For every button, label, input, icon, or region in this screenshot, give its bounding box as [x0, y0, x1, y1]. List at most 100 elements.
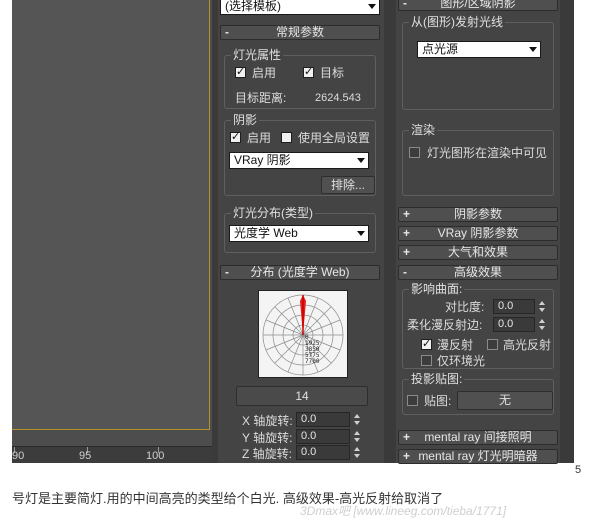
tick-label: 95	[79, 450, 92, 462]
map-label: 贴图:	[424, 394, 452, 408]
collapse-icon: -	[403, 265, 407, 279]
advanced-effects-title: 高级效果	[453, 265, 502, 279]
x-rotation-spinner[interactable]	[352, 412, 362, 427]
distribution-title: 分布 (光度学 Web)	[250, 265, 350, 279]
shadow-type-dropdown[interactable]: VRay 阴影	[229, 152, 369, 169]
x-rotation-label: X 轴旋转:	[242, 414, 293, 428]
shadow-params-title: 阴影参数	[453, 207, 502, 221]
projector-map-group: 投影贴图: 贴图: 无	[402, 372, 554, 415]
vray-shadow-params-header[interactable]: + VRay 阴影参数	[398, 226, 558, 241]
light-props-title: 灯光属性	[231, 48, 284, 62]
web-label: 7700	[305, 358, 320, 365]
render-title: 渲染	[409, 123, 438, 137]
collapse-icon: -	[403, 0, 407, 10]
ambient-label: 仅环境光	[437, 354, 486, 368]
shape-and-advanced-column: - 图形/区域阴影 从(图形)发射光线 点光源 渲染 灯光图形在渲染中可见 + …	[396, 0, 560, 464]
template-dropdown-value: (选择模板)	[225, 0, 281, 13]
expand-icon: +	[403, 245, 411, 259]
collapse-icon: -	[225, 265, 229, 279]
viewport-frame	[12, 0, 210, 430]
atmosphere-header[interactable]: + 大气和效果	[398, 245, 558, 260]
affect-surfaces-title: 影响曲面:	[409, 282, 465, 296]
timeline-ruler[interactable]: 90 95 100	[12, 446, 212, 463]
y-rotation-label: Y 轴旋转:	[242, 431, 293, 445]
emit-shape-dropdown[interactable]: 点光源	[417, 41, 541, 58]
diffuse-label: 漫反射	[437, 338, 474, 352]
exclude-button[interactable]: 排除...	[321, 176, 375, 194]
global-settings-checkbox[interactable]	[281, 132, 292, 143]
emit-shape-value: 点光源	[422, 42, 459, 56]
general-params-header[interactable]: - 常规参数	[220, 25, 380, 40]
distribution-type-dropdown[interactable]: 光度学 Web	[229, 225, 369, 242]
specular-label: 高光反射	[503, 338, 552, 352]
distribution-type-value: 光度学 Web	[234, 226, 298, 240]
polar-graph-icon	[262, 294, 344, 376]
diffuse-checkbox[interactable]	[421, 337, 432, 350]
chevron-down-icon	[529, 47, 537, 52]
panel-gap	[384, 0, 396, 463]
expand-icon: +	[403, 207, 411, 221]
shadow-enable-checkbox[interactable]	[230, 130, 241, 143]
contrast-label: 对比度:	[445, 300, 485, 314]
shadow-group: 阴影 启用 使用全局设置 VRay 阴影 排除...	[224, 113, 376, 196]
mr-indirect-title: mental ray 间接照明	[424, 430, 532, 444]
shadow-enable-label: 启用	[247, 131, 272, 145]
contrast-spinner[interactable]	[537, 299, 547, 314]
enable-light-checkbox[interactable]	[235, 65, 246, 78]
shape-shadows-header[interactable]: - 图形/区域阴影	[398, 0, 558, 11]
soften-input[interactable]: 0.0	[493, 317, 535, 332]
mr-indirect-header[interactable]: + mental ray 间接照明	[398, 430, 558, 445]
light-props-group: 灯光属性 启用 目标 目标距离: 2624.543	[224, 48, 376, 109]
render-group: 渲染 灯光图形在渲染中可见	[402, 123, 554, 196]
render-visible-label: 灯光图形在渲染中可见	[427, 146, 548, 160]
chevron-down-icon	[357, 231, 365, 236]
target-distance-label: 目标距离:	[235, 91, 287, 105]
shadow-title: 阴影	[231, 113, 260, 127]
z-rotation-spinner[interactable]	[352, 445, 362, 460]
x-rotation-input[interactable]: 0.0	[296, 412, 350, 427]
tick-label: 100	[146, 450, 165, 462]
map-checkbox[interactable]	[407, 395, 418, 406]
z-rotation-input[interactable]: 0.0	[296, 445, 350, 460]
distribution-type-title: 灯光分布(类型)	[231, 206, 315, 220]
mr-shader-title: mental ray 灯光明暗器	[418, 449, 538, 463]
edge-number: 5	[575, 464, 582, 476]
vray-shadow-params-title: VRay 阴影参数	[437, 226, 519, 240]
specular-checkbox[interactable]	[487, 339, 498, 350]
template-dropdown[interactable]: (选择模板)	[220, 0, 380, 15]
global-settings-label: 使用全局设置	[298, 131, 371, 145]
general-params-title: 常规参数	[275, 25, 324, 39]
emit-title: 从(图形)发射光线	[409, 15, 505, 29]
chevron-down-icon	[368, 4, 376, 9]
y-rotation-spinner[interactable]	[352, 429, 362, 444]
distribution-header[interactable]: - 分布 (光度学 Web)	[220, 265, 380, 280]
render-visible-checkbox[interactable]	[409, 147, 420, 158]
expand-icon: +	[403, 226, 411, 240]
soften-spinner[interactable]	[537, 317, 547, 332]
advanced-effects-header[interactable]: - 高级效果	[398, 265, 558, 280]
soften-label: 柔化漫反射边:	[407, 318, 483, 332]
distribution-type-group: 灯光分布(类型) 光度学 Web	[224, 206, 376, 253]
light-params-column: (选择模板) - 常规参数 灯光属性 启用 目标 目标距离: 2624.543 …	[218, 0, 384, 463]
shape-shadows-title: 图形/区域阴影	[440, 0, 516, 10]
expand-icon: +	[403, 430, 411, 444]
contrast-input[interactable]: 0.0	[493, 299, 535, 314]
emit-group: 从(图形)发射光线 点光源	[402, 15, 554, 110]
ambient-checkbox[interactable]	[421, 355, 432, 366]
web-file-button[interactable]: 14	[236, 386, 368, 406]
viewport[interactable]	[12, 0, 212, 463]
page-margin	[574, 0, 593, 463]
chevron-down-icon	[357, 158, 365, 163]
collapse-icon: -	[225, 25, 229, 39]
y-rotation-input[interactable]: 0.0	[296, 429, 350, 444]
projector-map-button[interactable]: 无	[457, 391, 553, 410]
shadow-params-header[interactable]: + 阴影参数	[398, 207, 558, 222]
target-distance-value: 2624.543	[315, 92, 361, 104]
atmosphere-title: 大气和效果	[447, 245, 508, 259]
tick-label: 90	[12, 450, 25, 462]
mr-shader-header[interactable]: + mental ray 灯光明暗器	[398, 449, 558, 464]
target-label: 目标	[320, 66, 345, 80]
panel-gap	[560, 0, 574, 463]
target-checkbox[interactable]	[303, 65, 314, 78]
enable-light-label: 启用	[252, 66, 277, 80]
